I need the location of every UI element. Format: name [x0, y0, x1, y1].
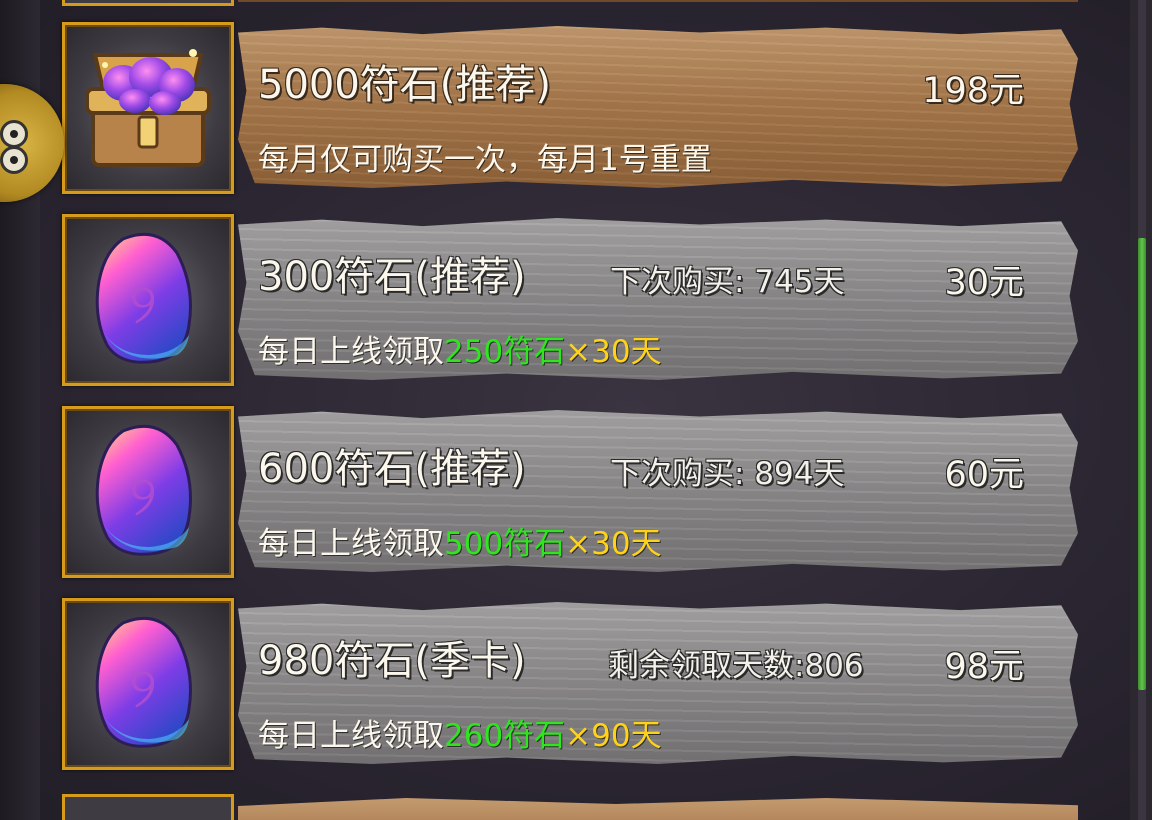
- item-price[interactable]: 30元: [944, 254, 1024, 305]
- runestone-gem-icon: ୨: [62, 214, 234, 386]
- character-avatar-button[interactable]: [0, 84, 64, 202]
- item-description: 每日上线领取260符石×90天: [258, 710, 662, 755]
- eye-icon: [0, 146, 28, 174]
- svg-text:୨: ୨: [129, 656, 157, 721]
- item-price[interactable]: 60元: [944, 446, 1024, 497]
- item-price[interactable]: 98元: [944, 638, 1024, 689]
- item-title: 300符石(推荐): [258, 254, 526, 300]
- next-item-peek: [62, 794, 1082, 820]
- svg-text:୨: ୨: [129, 464, 157, 529]
- shop-item-980[interactable]: ୨ 980符石(季卡) 剩余领取天数:806 98元 每日上线领取260符石×9…: [62, 598, 1082, 770]
- scrollbar[interactable]: [1130, 0, 1152, 820]
- desc-duration: ×30天: [565, 526, 662, 562]
- scrollbar-thumb[interactable]: [1138, 238, 1146, 690]
- item-title: 5000符石(推荐): [258, 62, 552, 108]
- shop-item-5000[interactable]: 5000符石(推荐) 198元 每月仅可购买一次，每月1号重置: [62, 22, 1082, 194]
- desc-amount: 500符石: [444, 526, 566, 562]
- desc-duration: ×30天: [565, 334, 662, 370]
- item-description: 每日上线领取500符石×30天: [258, 518, 662, 563]
- desc-prefix: 每日上线领取: [258, 718, 444, 754]
- item-description: 每日上线领取250符石×30天: [258, 326, 662, 371]
- item-price[interactable]: 198元: [922, 62, 1024, 113]
- desc-duration: ×90天: [565, 718, 662, 754]
- item-title: 980符石(季卡): [258, 638, 526, 684]
- desc-prefix: 每日上线领取: [258, 334, 444, 370]
- shop-item-300[interactable]: ୨ 300符石(推荐) 下次购买: 745天 30元 每日上线领取250符石×3…: [62, 214, 1082, 386]
- next-purchase-status: 下次购买: 894天: [610, 456, 845, 492]
- treasure-chest-of-runestones-icon: [62, 22, 234, 194]
- shop-panel: 5000符石(推荐) 198元 每月仅可购买一次，每月1号重置 ୨ 300符石(…: [0, 0, 1152, 820]
- item-title: 600符石(推荐): [258, 446, 526, 492]
- next-purchase-status: 下次购买: 745天: [610, 264, 845, 300]
- item-description: 每月仅可购买一次，每月1号重置: [258, 142, 712, 178]
- desc-prefix: 每日上线领取: [258, 526, 444, 562]
- svg-text:୨: ୨: [129, 272, 157, 337]
- runestone-gem-icon: ୨: [62, 598, 234, 770]
- eye-icon: [0, 120, 28, 148]
- remaining-days-status: 剩余领取天数:806: [608, 648, 864, 684]
- desc-amount: 260符石: [444, 718, 566, 754]
- desc-amount: 250符石: [444, 334, 566, 370]
- shop-item-600[interactable]: ୨ 600符石(推荐) 下次购买: 894天 60元 每日上线领取500符石×3…: [62, 406, 1082, 578]
- runestone-gem-icon: ୨: [62, 406, 234, 578]
- previous-item-peek: [62, 0, 1082, 6]
